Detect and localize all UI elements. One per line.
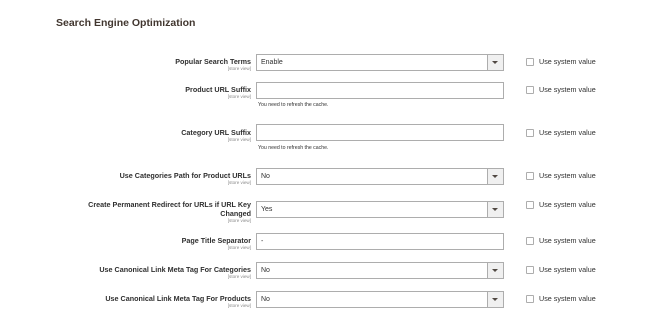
permanent-redirect-label-line1: Create Permanent Redirect for URLs if UR… [88, 200, 251, 209]
canonical-products-label-wrap: Use Canonical Link Meta Tag For Products… [0, 294, 251, 309]
category-url-suffix-label-wrap: Category URL Suffix [store view] [0, 128, 251, 143]
permanent-redirect-value: Yes [261, 206, 273, 213]
popular-search-terms-label-wrap: Popular Search Terms [store view] [0, 57, 251, 72]
canonical-products-select[interactable]: No [256, 291, 504, 308]
canonical-categories-label-wrap: Use Canonical Link Meta Tag For Categori… [0, 265, 251, 280]
use-categories-path-value: No [261, 173, 270, 180]
use-categories-path-label: Use Categories Path for Product URLs [119, 171, 251, 180]
popular-search-terms-system-checkbox[interactable] [526, 58, 534, 66]
popular-search-terms-select[interactable]: Enable [256, 54, 504, 71]
chevron-down-icon [487, 169, 503, 184]
canonical-products-value: No [261, 296, 270, 303]
permanent-redirect-system-checkbox[interactable] [526, 201, 534, 209]
use-system-value-label: Use system value [539, 85, 596, 94]
use-system-value-label: Use system value [539, 265, 596, 274]
canonical-categories-select[interactable]: No [256, 262, 504, 279]
popular-search-terms-value: Enable [261, 59, 283, 66]
product-url-suffix-system-checkbox[interactable] [526, 86, 534, 94]
use-system-value-label: Use system value [539, 294, 596, 303]
product-url-suffix-scope: [store view] [227, 94, 251, 99]
popular-search-terms-scope: [store view] [227, 66, 251, 71]
use-categories-path-system-checkbox[interactable] [526, 172, 534, 180]
product-url-suffix-label: Product URL Suffix [185, 85, 251, 94]
category-url-suffix-label: Category URL Suffix [181, 128, 251, 137]
permanent-redirect-scope: [store view] [227, 218, 251, 223]
chevron-down-icon [487, 263, 503, 278]
canonical-categories-system-checkbox[interactable] [526, 266, 534, 274]
page-title-separator-label: Page Title Separator [181, 236, 251, 245]
canonical-products-scope: [store view] [227, 303, 251, 308]
use-system-value-label: Use system value [539, 128, 596, 137]
page-title-separator-scope: [store view] [227, 245, 251, 250]
use-categories-path-label-wrap: Use Categories Path for Product URLs [st… [0, 171, 251, 186]
chevron-down-icon [487, 292, 503, 307]
permanent-redirect-select[interactable]: Yes [256, 201, 504, 218]
category-url-suffix-input[interactable] [256, 124, 504, 141]
product-url-suffix-note: You need to refresh the cache. [258, 102, 329, 108]
canonical-categories-scope: [store view] [227, 274, 251, 279]
page-title-separator-label-wrap: Page Title Separator [store view] [0, 236, 251, 251]
permanent-redirect-label-line2: Changed [220, 209, 251, 218]
category-url-suffix-system-checkbox[interactable] [526, 129, 534, 137]
popular-search-terms-label: Popular Search Terms [175, 57, 251, 66]
product-url-suffix-input[interactable] [256, 82, 504, 99]
page-title-separator-value: - [261, 238, 264, 245]
use-system-value-label: Use system value [539, 57, 596, 66]
canonical-categories-value: No [261, 267, 270, 274]
section-title: Search Engine Optimization [56, 17, 196, 29]
page-title-separator-system-checkbox[interactable] [526, 237, 534, 245]
category-url-suffix-note: You need to refresh the cache. [258, 145, 329, 151]
use-categories-path-select[interactable]: No [256, 168, 504, 185]
page-title-separator-input[interactable]: - [256, 233, 504, 250]
chevron-down-icon [487, 202, 503, 217]
category-url-suffix-scope: [store view] [227, 137, 251, 142]
use-categories-path-scope: [store view] [227, 180, 251, 185]
use-system-value-label: Use system value [539, 171, 596, 180]
permanent-redirect-label-wrap: Create Permanent Redirect for URLs if UR… [0, 200, 251, 224]
canonical-products-label: Use Canonical Link Meta Tag For Products [105, 294, 251, 303]
canonical-categories-label: Use Canonical Link Meta Tag For Categori… [99, 265, 251, 274]
chevron-down-icon [487, 55, 503, 70]
use-system-value-label: Use system value [539, 236, 596, 245]
use-system-value-label: Use system value [539, 200, 596, 209]
product-url-suffix-label-wrap: Product URL Suffix [store view] [0, 85, 251, 100]
canonical-products-system-checkbox[interactable] [526, 295, 534, 303]
